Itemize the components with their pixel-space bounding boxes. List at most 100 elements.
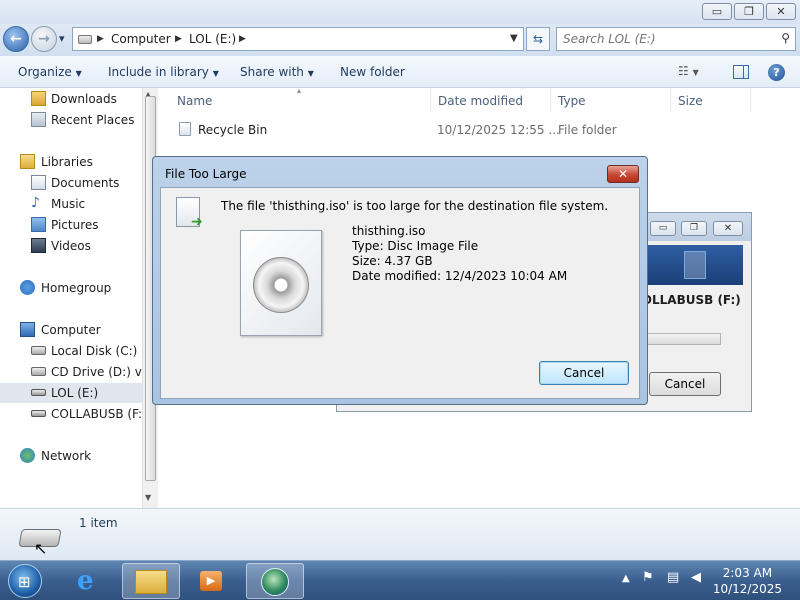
system-clock[interactable]: 2:03 AM 10/12/2025 bbox=[713, 565, 782, 597]
address-bar[interactable]: ▶ Computer ▶ LOL (E:) ▶ ▼ bbox=[72, 27, 524, 51]
sort-arrow-icon: ▴ bbox=[297, 86, 302, 95]
address-dropdown-icon[interactable]: ▼ bbox=[510, 33, 518, 44]
maximize-icon: ❐ bbox=[744, 5, 754, 18]
recycle-bin-icon bbox=[179, 122, 191, 136]
disc-icon bbox=[253, 257, 309, 313]
start-button[interactable]: ⊞ bbox=[8, 564, 42, 598]
drive-icon bbox=[78, 35, 92, 44]
column-header-date-modified[interactable]: Date modified bbox=[438, 94, 523, 108]
recent-pages-button[interactable]: ▾ bbox=[59, 32, 65, 45]
taskbar: ⊞ e ▶ ▲ ⚑ ▤ ◀ 2:03 AM 10/12/2025 bbox=[0, 560, 800, 600]
column-separator bbox=[750, 88, 751, 112]
column-separator bbox=[430, 88, 431, 112]
disc-image-file-thumbnail bbox=[240, 230, 322, 336]
view-list-icon: ☷ bbox=[678, 64, 689, 78]
organize-button[interactable]: Organize ▼ bbox=[18, 65, 82, 79]
background-cancel-button[interactable]: Cancel bbox=[649, 372, 721, 396]
minimize-button[interactable]: ▭ bbox=[702, 3, 732, 20]
sidebar-item-collabusb-f[interactable]: COLLABUSB (F:) bbox=[0, 404, 147, 424]
sidebar-item-videos[interactable]: Videos bbox=[0, 236, 142, 256]
sidebar-item-recent-places[interactable]: Recent Places bbox=[0, 110, 142, 130]
chevron-down-icon: ▼ bbox=[692, 68, 699, 77]
help-icon: ? bbox=[773, 66, 780, 79]
chevron-down-icon: ▾ bbox=[59, 32, 65, 45]
network-tray-icon[interactable]: ▤ bbox=[667, 570, 683, 586]
sidebar-item-downloads[interactable]: Downloads bbox=[0, 89, 142, 109]
minimize-button[interactable]: ▭ bbox=[650, 221, 676, 236]
forward-button[interactable]: → bbox=[31, 26, 57, 52]
maximize-button[interactable]: ❐ bbox=[734, 3, 764, 20]
refresh-button[interactable]: ⇆ bbox=[526, 27, 550, 51]
chevron-down-icon: ▼ bbox=[75, 69, 82, 78]
network-icon bbox=[20, 448, 35, 463]
sidebar-item-libraries[interactable]: Libraries bbox=[0, 152, 142, 172]
internet-explorer-icon: e bbox=[77, 566, 94, 596]
close-button[interactable]: ✕ bbox=[766, 3, 796, 20]
sidebar-item-computer[interactable]: Computer bbox=[0, 320, 142, 340]
sidebar-item-homegroup[interactable]: Homegroup bbox=[0, 278, 142, 298]
file-name: Recycle Bin bbox=[198, 123, 268, 137]
column-header-type[interactable]: Type bbox=[558, 94, 586, 108]
help-button[interactable]: ? bbox=[768, 64, 785, 81]
sidebar-item-lol-drive-e[interactable]: LOL (E:) bbox=[0, 383, 142, 403]
media-player-icon: ▶ bbox=[200, 571, 222, 591]
minimize-icon: ▭ bbox=[658, 223, 668, 233]
share-with-button[interactable]: Share with ▼ bbox=[240, 65, 314, 79]
taskbar-windows-explorer[interactable] bbox=[122, 563, 180, 599]
navigation-bar: ← → ▾ ▶ Computer ▶ LOL (E:) ▶ ▼ ⇆ ⚲ bbox=[0, 24, 800, 56]
cancel-button[interactable]: Cancel bbox=[539, 361, 629, 385]
item-count: 1 item bbox=[79, 516, 118, 530]
include-in-library-button[interactable]: Include in library ▼ bbox=[108, 65, 219, 79]
table-row[interactable]: Recycle Bin 10/12/2025 12:55 ... File fo… bbox=[175, 120, 775, 140]
dialog-message: The file 'thisthing.iso' is too large fo… bbox=[221, 199, 609, 213]
taskbar-media-player[interactable]: ▶ bbox=[182, 563, 240, 599]
dialog-body: ➜ The file 'thisthing.iso' is too large … bbox=[160, 187, 640, 399]
folder-icon bbox=[135, 570, 167, 594]
breadcrumb-lol-drive[interactable]: LOL (E:) bbox=[189, 32, 236, 46]
new-folder-button[interactable]: New folder bbox=[340, 65, 405, 79]
show-hidden-icons-button[interactable]: ▲ bbox=[622, 573, 630, 584]
sidebar-item-music[interactable]: ♪ Music bbox=[0, 194, 142, 214]
search-box[interactable]: ⚲ bbox=[556, 27, 796, 51]
sidebar-item-network[interactable]: Network bbox=[0, 446, 142, 466]
breadcrumb-computer[interactable]: Computer bbox=[111, 32, 171, 46]
refresh-icon: ⇆ bbox=[532, 32, 544, 46]
preview-pane-button[interactable] bbox=[733, 65, 749, 79]
copy-file-icon: ➜ bbox=[176, 197, 203, 230]
column-header-name[interactable]: Name bbox=[177, 94, 212, 108]
mouse-cursor-icon: ↖ bbox=[34, 539, 48, 558]
copy-animation-banner bbox=[647, 245, 743, 285]
sidebar-item-pictures[interactable]: Pictures bbox=[0, 215, 142, 235]
hard-drive-icon bbox=[31, 346, 46, 355]
copy-progress-bar bbox=[647, 333, 721, 345]
close-button[interactable]: ✕ bbox=[713, 221, 743, 236]
window-title-bar: ▭ ❐ ✕ bbox=[0, 0, 800, 24]
search-input[interactable] bbox=[563, 29, 773, 49]
sidebar-item-documents[interactable]: Documents bbox=[0, 173, 142, 193]
chevron-right-icon: ▶ bbox=[175, 34, 182, 44]
back-button[interactable]: ← bbox=[3, 26, 29, 52]
file-name-info: thisthing.iso bbox=[352, 224, 426, 238]
maximize-icon: ❐ bbox=[689, 223, 699, 233]
usb-drive-icon bbox=[31, 410, 46, 417]
taskbar-copy-progress[interactable] bbox=[246, 563, 304, 599]
videos-icon bbox=[31, 238, 46, 253]
maximize-button[interactable]: ❐ bbox=[681, 221, 707, 236]
documents-icon bbox=[31, 175, 46, 190]
scroll-down-icon[interactable]: ▼ bbox=[145, 493, 151, 502]
sidebar-item-local-disk-c[interactable]: Local Disk (C:) bbox=[0, 341, 142, 361]
clock-time: 2:03 AM bbox=[722, 566, 773, 580]
file-date-info: Date modified: 12/4/2023 10:04 AM bbox=[352, 269, 568, 283]
document-icon bbox=[684, 251, 706, 279]
taskbar-internet-explorer[interactable]: e bbox=[62, 563, 120, 599]
action-center-flag-icon[interactable]: ⚑ bbox=[642, 570, 658, 586]
column-header-size[interactable]: Size bbox=[678, 94, 703, 108]
file-date: 10/12/2025 12:55 ... bbox=[437, 123, 560, 137]
view-options-button[interactable]: ☷ ▼ bbox=[678, 64, 699, 78]
navigation-pane: Downloads Recent Places Libraries Docume… bbox=[0, 88, 158, 508]
volume-muted-icon[interactable]: ◀ bbox=[691, 570, 707, 586]
sidebar-item-cd-drive-d[interactable]: CD Drive (D:) virt bbox=[0, 362, 155, 382]
computer-icon bbox=[20, 322, 35, 337]
dialog-close-button[interactable]: ✕ bbox=[607, 165, 639, 183]
file-type-info: Type: Disc Image File bbox=[352, 239, 479, 253]
